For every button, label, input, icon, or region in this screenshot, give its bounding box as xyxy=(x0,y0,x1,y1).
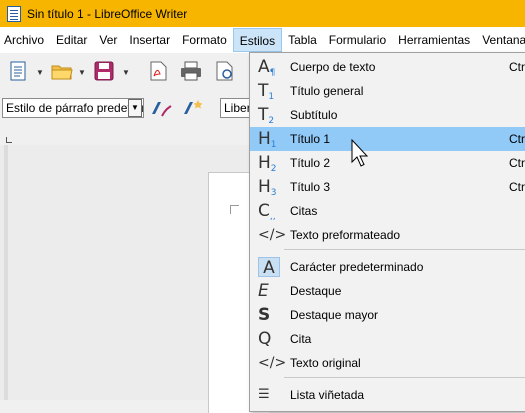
menu-insertar[interactable]: Insertar xyxy=(123,27,176,53)
new-style-icon[interactable] xyxy=(180,96,206,120)
open-dropdown-icon[interactable]: ▼ xyxy=(78,68,86,77)
quotations-icon: C,, xyxy=(258,201,276,222)
title-bar: Sin título 1 - LibreOffice Writer xyxy=(0,0,525,27)
text-boundary-mark xyxy=(230,205,239,214)
styles-menu-item-preformatted[interactable]: </> Texto preformateado xyxy=(250,223,525,247)
menu-formato[interactable]: Formato xyxy=(176,27,233,53)
heading-2-icon: H2 xyxy=(258,153,277,174)
styles-menu-item-quotation[interactable]: Q Cita xyxy=(250,327,525,351)
print-icon[interactable] xyxy=(178,59,204,83)
menu-ver[interactable]: Ver xyxy=(93,27,123,53)
styles-menu-item-default-character[interactable]: A Carácter predeterminado xyxy=(250,255,525,279)
save-dropdown-icon[interactable]: ▼ xyxy=(122,68,130,77)
menu-separator xyxy=(284,377,525,378)
new-dropdown-icon[interactable]: ▼ xyxy=(36,68,44,77)
styles-menu-item-quotations[interactable]: C,, Citas xyxy=(250,199,525,223)
save-icon[interactable] xyxy=(91,59,117,83)
default-character-icon: A xyxy=(258,257,280,278)
mouse-pointer-icon xyxy=(351,139,369,167)
body-text-icon: A¶ xyxy=(258,57,276,78)
window-title: Sin título 1 - LibreOffice Writer xyxy=(27,6,188,21)
menu-archivo[interactable]: Archivo xyxy=(0,27,50,53)
menu-tabla[interactable]: Tabla xyxy=(282,27,323,53)
heading-3-icon: H3 xyxy=(258,177,277,198)
menu-herramientas[interactable]: Herramientas xyxy=(392,27,476,53)
paragraph-style-select[interactable]: Estilo de párrafo predeterminado xyxy=(2,98,144,118)
menu-formulario[interactable]: Formulario xyxy=(323,27,392,53)
tab-stop-icon[interactable] xyxy=(6,137,12,143)
emphasis-icon: E xyxy=(258,281,269,301)
open-folder-icon[interactable] xyxy=(49,59,75,83)
update-style-icon[interactable] xyxy=(148,96,174,120)
menu-editar[interactable]: Editar xyxy=(50,27,93,53)
writer-document-icon xyxy=(7,5,21,22)
title-icon: T1 xyxy=(258,81,275,102)
styles-menu: A¶ Cuerpo de texto Ctrl+0 T1 Título gene… xyxy=(249,52,525,412)
heading-1-icon: H1 xyxy=(258,129,277,150)
preformatted-text-icon: </> xyxy=(258,227,287,243)
styles-menu-item-heading-3[interactable]: H3 Título 3 Ctrl+3 xyxy=(250,175,525,199)
styles-menu-item-heading-1[interactable]: H1 Título 1 Ctrl+1 xyxy=(250,127,525,151)
styles-menu-item-source-text[interactable]: </> Texto original xyxy=(250,351,525,375)
vertical-ruler xyxy=(4,145,8,400)
export-pdf-icon[interactable] xyxy=(145,59,171,83)
styles-menu-item-body-text[interactable]: A¶ Cuerpo de texto Ctrl+0 xyxy=(250,55,525,79)
quotation-icon: Q xyxy=(258,329,272,349)
menu-separator xyxy=(284,249,525,250)
styles-menu-item-bullet-list[interactable]: ☰ Lista viñetada xyxy=(250,383,525,407)
strong-emphasis-icon: S xyxy=(258,305,271,325)
styles-menu-item-emphasis[interactable]: E Destaque xyxy=(250,279,525,303)
styles-menu-item-heading-2[interactable]: H2 Título 2 Ctrl+2 xyxy=(250,151,525,175)
styles-menu-item-strong-emphasis[interactable]: S Destaque mayor xyxy=(250,303,525,327)
menu-ventana[interactable]: Ventana xyxy=(476,27,525,53)
styles-menu-item-title[interactable]: T1 Título general xyxy=(250,79,525,103)
subtitle-icon: T2 xyxy=(258,105,275,126)
paragraph-style-dropdown-icon[interactable]: ▼ xyxy=(128,99,142,117)
menu-bar: Archivo Editar Ver Insertar Formato Esti… xyxy=(0,27,525,53)
new-document-icon[interactable] xyxy=(6,59,32,83)
menu-estilos[interactable]: Estilos xyxy=(232,28,283,52)
source-text-icon: </> xyxy=(258,355,287,371)
bullet-list-icon: ☰ xyxy=(258,387,270,402)
print-preview-icon[interactable] xyxy=(212,59,238,83)
styles-menu-item-subtitle[interactable]: T2 Subtítulo xyxy=(250,103,525,127)
